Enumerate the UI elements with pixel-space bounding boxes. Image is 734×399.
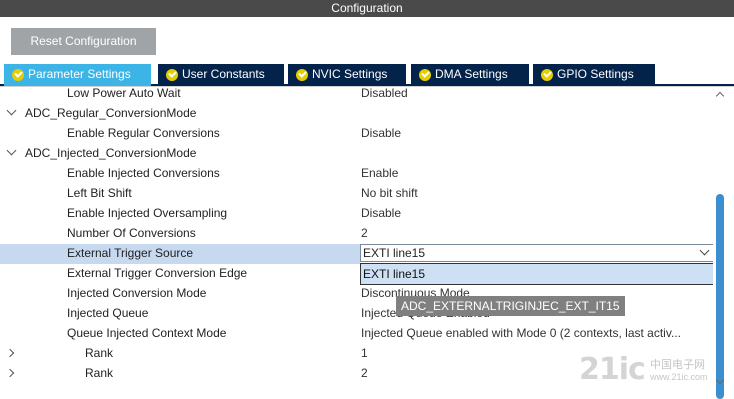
dropdown-option-exti-line15[interactable]: EXTI line15	[360, 263, 714, 285]
param-row-injected-oversampling[interactable]: Enable Injected Oversampling Disable	[0, 204, 713, 224]
watermark-url: www.21ic.com	[650, 372, 708, 382]
check-icon	[419, 69, 431, 81]
param-row-enable-injected[interactable]: Enable Injected Conversions Enable	[0, 164, 713, 184]
param-row-left-bit-shift[interactable]: Left Bit Shift No bit shift	[0, 184, 713, 204]
watermark-brand: 中国电子网	[650, 359, 705, 371]
param-row-enable-regular[interactable]: Enable Regular Conversions Disable	[0, 124, 713, 144]
chevron-down-icon[interactable]	[6, 145, 17, 156]
scroll-up-icon[interactable]	[715, 91, 725, 101]
external-trigger-source-select[interactable]: EXTI line15	[360, 244, 714, 262]
param-row-queue-context-mode[interactable]: Queue Injected Context Mode Injected Que…	[0, 324, 713, 344]
tab-bar: Parameter Settings User Constants NVIC S…	[0, 63, 734, 86]
tab-parameter-settings[interactable]: Parameter Settings	[4, 64, 151, 86]
param-row-low-power-auto-wait[interactable]: Low Power Auto Wait Disabled	[0, 84, 713, 104]
reset-configuration-button[interactable]: Reset Configuration	[11, 28, 156, 55]
group-row-regular-conversion[interactable]: ADC_Regular_ConversionMode	[0, 104, 713, 124]
chevron-right-icon[interactable]	[5, 368, 15, 378]
chevron-down-icon[interactable]	[699, 245, 710, 256]
check-icon	[12, 69, 24, 81]
tooltip: ADC_EXTERNALTRIGINJEC_EXT_IT15	[396, 296, 625, 316]
group-row-injected-conversion[interactable]: ADC_Injected_ConversionMode	[0, 144, 713, 164]
watermark-logo: 21ic	[579, 352, 646, 387]
scrollbar-thumb[interactable]	[716, 194, 724, 399]
tab-user-constants[interactable]: User Constants	[158, 64, 284, 86]
param-row-number-of-conversions[interactable]: Number Of Conversions 2	[0, 224, 713, 244]
vertical-scrollbar[interactable]	[713, 89, 727, 399]
tab-nvic-settings[interactable]: NVIC Settings	[288, 64, 406, 86]
param-row-external-trigger-source[interactable]: External Trigger Source	[0, 244, 360, 264]
check-icon	[166, 69, 178, 81]
window-title: Configuration	[0, 0, 734, 17]
param-row-external-trigger-edge[interactable]: External Trigger Conversion Edge	[0, 264, 360, 284]
chevron-right-icon[interactable]	[5, 348, 15, 358]
chevron-down-icon[interactable]	[6, 105, 17, 116]
tab-gpio-settings[interactable]: GPIO Settings	[533, 64, 655, 86]
tab-dma-settings[interactable]: DMA Settings	[411, 64, 529, 86]
check-icon	[296, 69, 308, 81]
check-icon	[541, 69, 553, 81]
